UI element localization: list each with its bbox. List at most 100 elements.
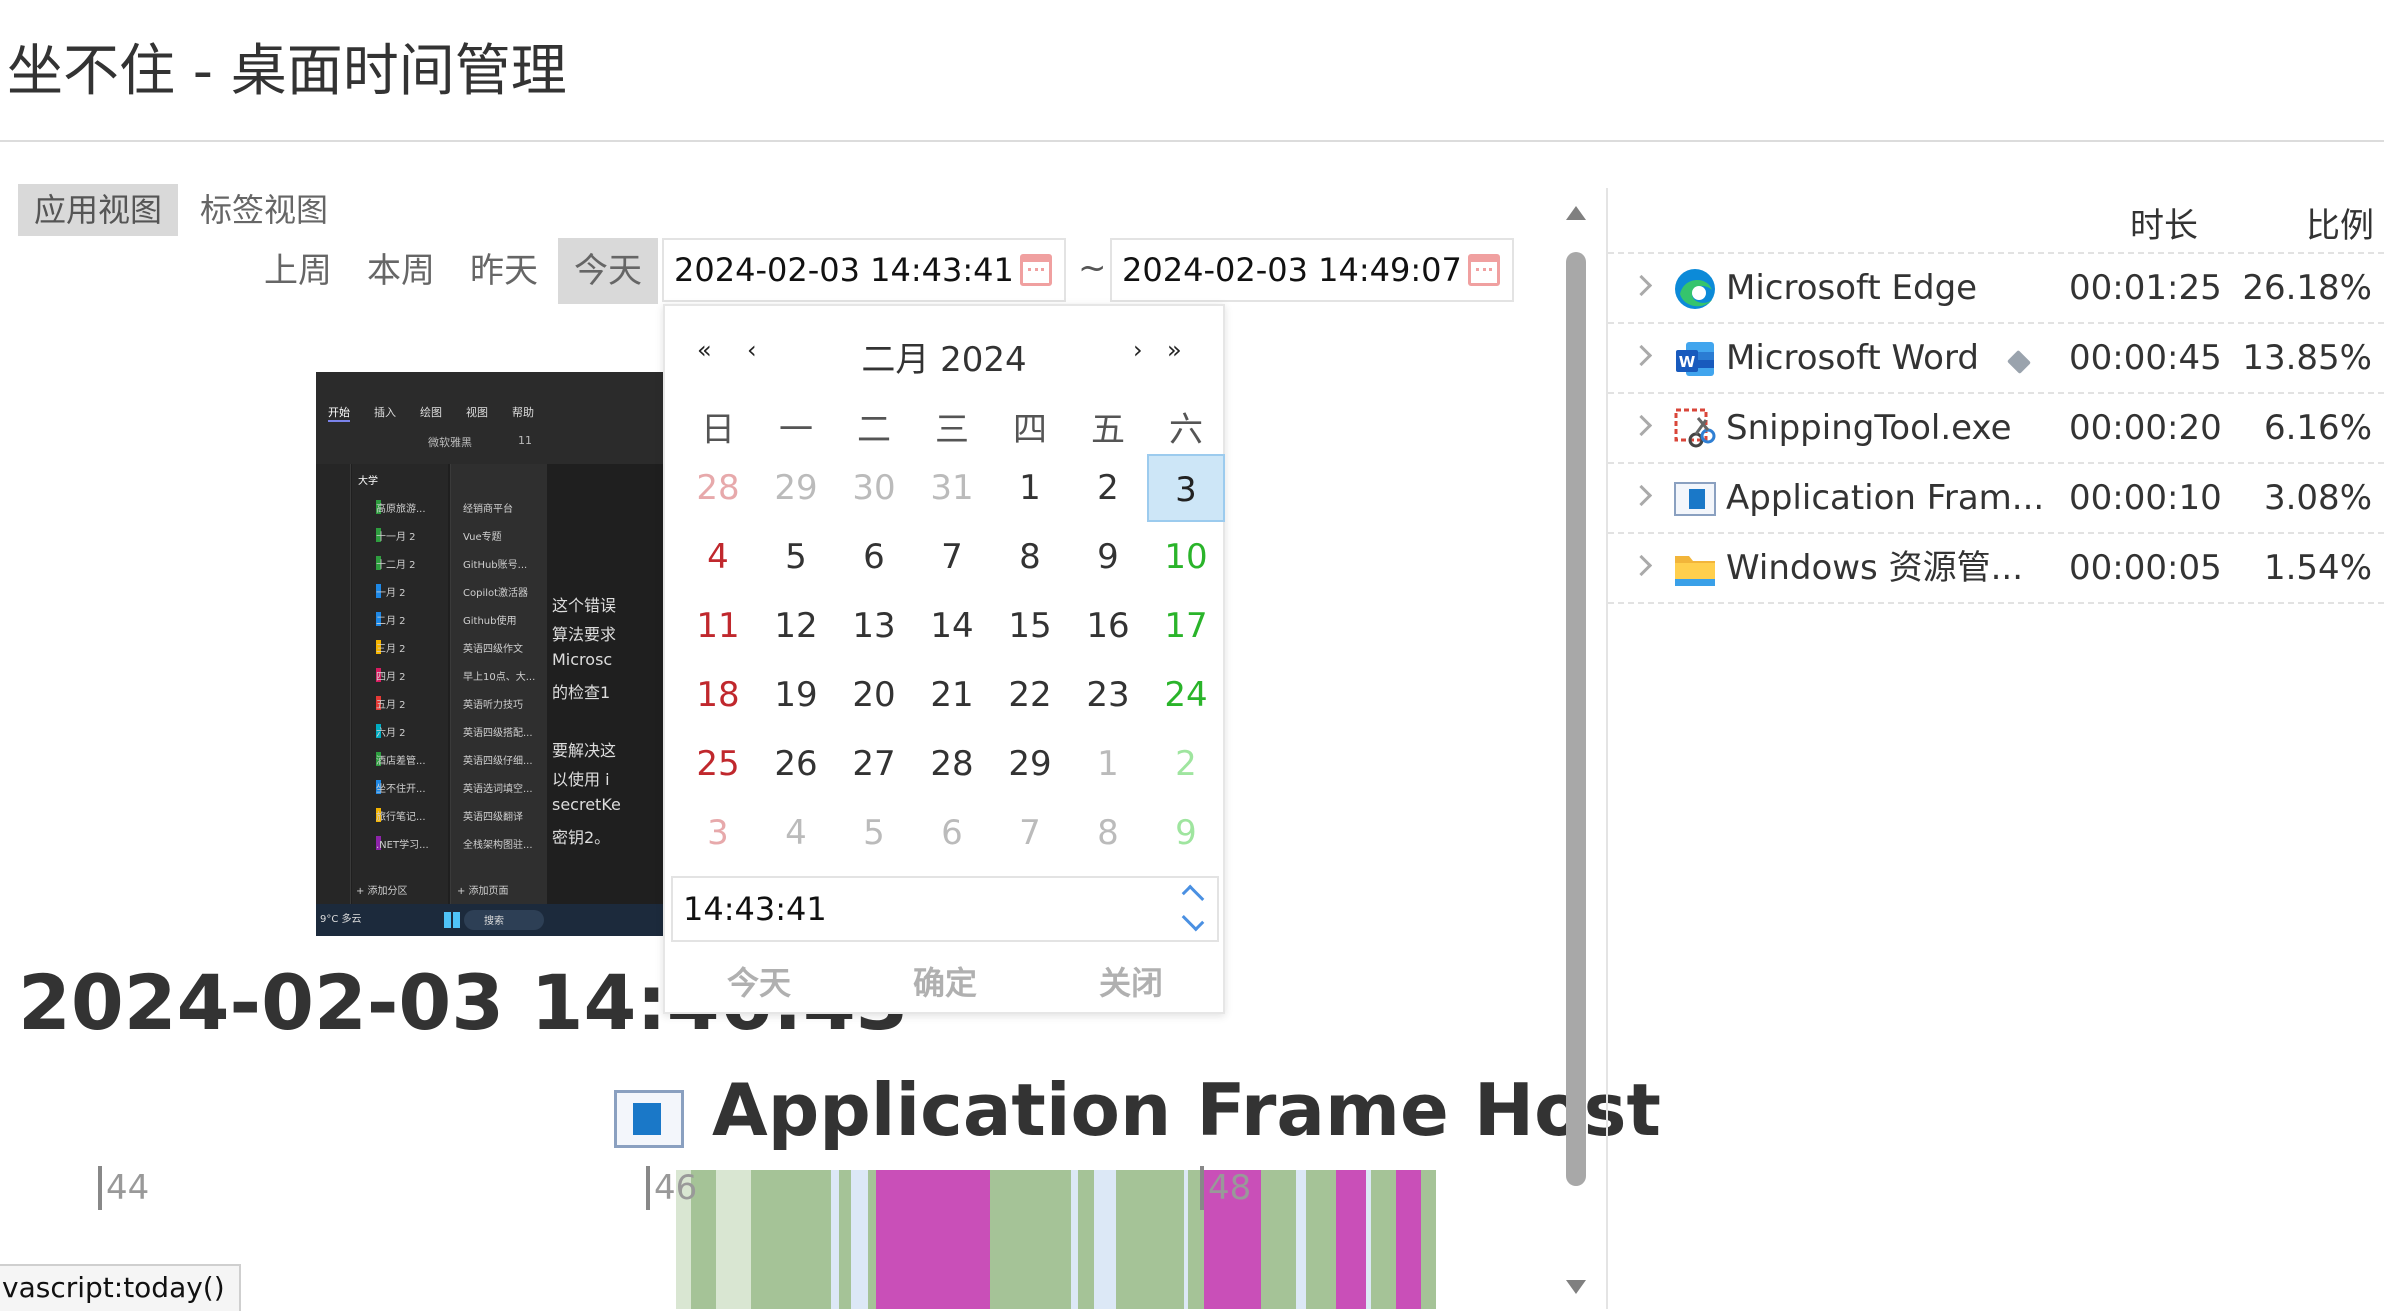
calendar-day[interactable]: 26: [757, 730, 835, 798]
calendar-today-button[interactable]: 今天: [727, 958, 791, 1004]
calendar-day[interactable]: 1: [1069, 730, 1147, 798]
timeline-segment[interactable]: [868, 1170, 876, 1309]
calendar-day[interactable]: 16: [1069, 592, 1147, 660]
end-date-input[interactable]: 2024-02-03 14:49:07: [1110, 238, 1514, 302]
calendar-day[interactable]: 22: [991, 661, 1069, 729]
calendar-day[interactable]: 9: [1147, 799, 1225, 867]
preview-note-line: 密钥2。: [552, 828, 611, 847]
app-table-row[interactable]: Application Fram... 00:00:10 3.08%: [1608, 464, 2384, 534]
time-input[interactable]: 14:43:41: [671, 876, 1219, 942]
calendar-day[interactable]: 3: [679, 799, 757, 867]
calendar-day[interactable]: 31: [913, 454, 991, 522]
calendar-day[interactable]: 8: [991, 523, 1069, 591]
calendar-day[interactable]: 23: [1069, 661, 1147, 729]
timeline-segment[interactable]: [1296, 1170, 1306, 1309]
calendar-icon[interactable]: [1468, 254, 1500, 286]
yesterday-button[interactable]: 昨天: [454, 238, 554, 304]
timeline-segment[interactable]: [1261, 1170, 1296, 1309]
calendar-day[interactable]: 27: [835, 730, 913, 798]
last-week-button[interactable]: 上周: [248, 238, 348, 304]
next-year-button[interactable]: »: [1167, 336, 1182, 364]
calendar-day[interactable]: 6: [913, 799, 991, 867]
expand-chevron-icon[interactable]: [1630, 274, 1653, 297]
timeline-segment[interactable]: [716, 1170, 751, 1309]
calendar-close-button[interactable]: 关闭: [1099, 958, 1163, 1004]
calendar-day[interactable]: 21: [913, 661, 991, 729]
expand-chevron-icon[interactable]: [1630, 484, 1653, 507]
scroll-down-arrow[interactable]: [1566, 1280, 1586, 1294]
timeline-segment[interactable]: [1071, 1170, 1078, 1309]
timeline-segment[interactable]: [990, 1170, 1071, 1309]
calendar-day[interactable]: 7: [991, 799, 1069, 867]
calendar-day[interactable]: 28: [679, 454, 757, 522]
calendar-day[interactable]: 15: [991, 592, 1069, 660]
calendar-day[interactable]: 29: [991, 730, 1069, 798]
app-table-row[interactable]: SnippingTool.exe 00:00:20 6.16%: [1608, 394, 2384, 464]
this-week-button[interactable]: 本周: [351, 238, 451, 304]
calendar-day[interactable]: 29: [757, 454, 835, 522]
scrollbar-thumb[interactable]: [1566, 252, 1586, 1186]
activity-timeline[interactable]: [676, 1170, 1436, 1309]
timeline-segment[interactable]: [1371, 1170, 1396, 1309]
timeline-segment[interactable]: [831, 1170, 839, 1309]
calendar-day[interactable]: 18: [679, 661, 757, 729]
timeline-segment[interactable]: [876, 1170, 990, 1309]
preview-section-label: 三月 2: [376, 644, 406, 655]
tab-tag-view[interactable]: 标签视图: [184, 184, 344, 236]
preview-page-item: Github使用: [463, 616, 517, 627]
timeline-segment[interactable]: [839, 1170, 851, 1309]
next-month-button[interactable]: ›: [1133, 336, 1143, 364]
timeline-segment[interactable]: [1396, 1170, 1421, 1309]
calendar-day[interactable]: 9: [1069, 523, 1147, 591]
today-button[interactable]: 今天: [558, 238, 658, 304]
calendar-day[interactable]: 30: [835, 454, 913, 522]
calendar-day[interactable]: 14: [913, 592, 991, 660]
calendar-day[interactable]: 2: [1069, 454, 1147, 522]
expand-chevron-icon[interactable]: [1630, 344, 1653, 367]
timeline-segment[interactable]: [851, 1170, 868, 1309]
expand-chevron-icon[interactable]: [1630, 414, 1653, 437]
duration-header[interactable]: 时长: [2130, 198, 2198, 247]
calendar-day[interactable]: 6: [835, 523, 913, 591]
calendar-day[interactable]: 25: [679, 730, 757, 798]
calendar-day[interactable]: 19: [757, 661, 835, 729]
calendar-day[interactable]: 1: [991, 454, 1069, 522]
calendar-day[interactable]: 10: [1147, 523, 1225, 591]
tag-icon[interactable]: [2006, 349, 2032, 375]
calendar-day[interactable]: 5: [835, 799, 913, 867]
ratio-header[interactable]: 比例: [2306, 198, 2374, 247]
timeline-segment[interactable]: [1116, 1170, 1184, 1309]
calendar-confirm-button[interactable]: 确定: [913, 958, 977, 1004]
calendar-day[interactable]: 5: [757, 523, 835, 591]
calendar-day[interactable]: 24: [1147, 661, 1225, 729]
app-table-row[interactable]: W Microsoft Word 00:00:45 13.85%: [1608, 324, 2384, 394]
timeline-segment[interactable]: [1306, 1170, 1336, 1309]
timeline-segment[interactable]: [1421, 1170, 1436, 1309]
calendar-day[interactable]: 7: [913, 523, 991, 591]
calendar-day[interactable]: 11: [679, 592, 757, 660]
expand-chevron-icon[interactable]: [1630, 554, 1653, 577]
screenshot-preview[interactable]: 开始 插入 绘图 视图 帮助 微软雅黑 11 大学 高原旅游... 十一月 2 十二…: [316, 372, 670, 936]
time-down-icon[interactable]: [1181, 908, 1205, 932]
tab-app-view[interactable]: 应用视图: [18, 184, 179, 236]
scroll-up-arrow[interactable]: [1566, 206, 1586, 220]
calendar-day[interactable]: 12: [757, 592, 835, 660]
calendar-day-selected[interactable]: 3: [1147, 454, 1225, 522]
timeline-segment[interactable]: [1078, 1170, 1094, 1309]
calendar-day[interactable]: 17: [1147, 592, 1225, 660]
calendar-day[interactable]: 4: [679, 523, 757, 591]
start-date-input[interactable]: 2024-02-03 14:43:41: [662, 238, 1066, 302]
timeline-segment[interactable]: [1094, 1170, 1116, 1309]
calendar-day[interactable]: 8: [1069, 799, 1147, 867]
app-table-row[interactable]: Microsoft Edge 00:01:25 26.18%: [1608, 254, 2384, 324]
app-table-row[interactable]: Windows 资源管... 00:00:05 1.54%: [1608, 534, 2384, 604]
calendar-day[interactable]: 2: [1147, 730, 1225, 798]
calendar-day[interactable]: 4: [757, 799, 835, 867]
timeline-segment[interactable]: [751, 1170, 831, 1309]
calendar-day[interactable]: 20: [835, 661, 913, 729]
calendar-day[interactable]: 28: [913, 730, 991, 798]
calendar-icon[interactable]: [1020, 254, 1052, 286]
calendar-day[interactable]: 13: [835, 592, 913, 660]
timeline-segment[interactable]: [1336, 1170, 1366, 1309]
time-up-icon[interactable]: [1181, 884, 1205, 908]
